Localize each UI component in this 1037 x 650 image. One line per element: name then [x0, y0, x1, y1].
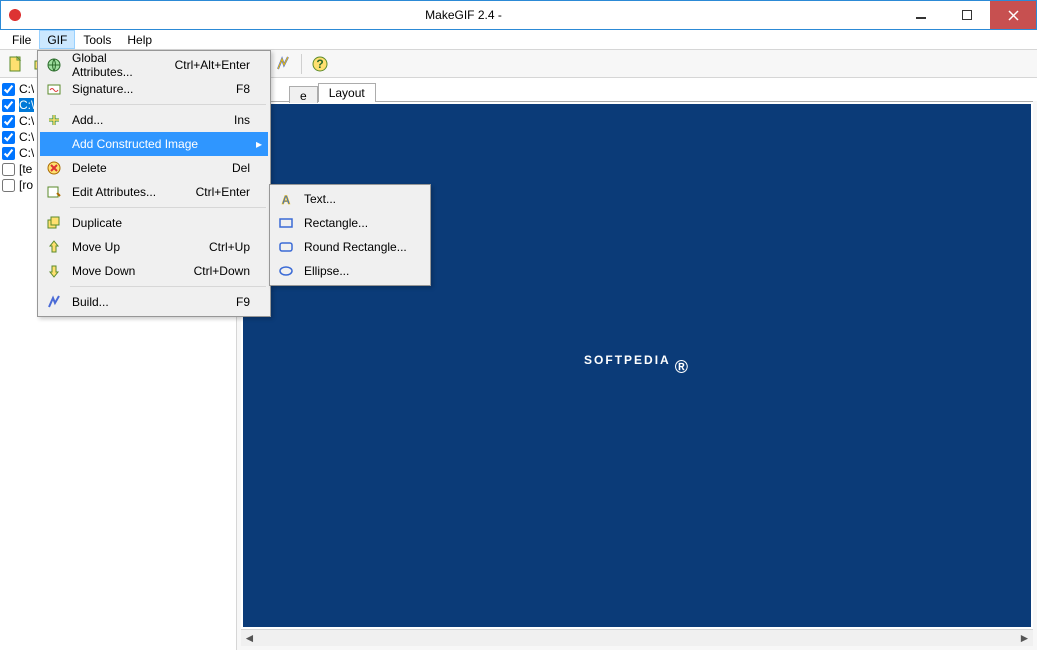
- titlebar: MakeGIF 2.4 -: [0, 0, 1037, 30]
- gif-menu-dropdown: Global Attributes... Ctrl+Alt+Enter Sign…: [37, 50, 271, 317]
- minimize-button[interactable]: [898, 1, 944, 29]
- menu-separator: [70, 286, 266, 287]
- file-checkbox[interactable]: [2, 147, 15, 160]
- menu-add[interactable]: Add... Ins: [40, 108, 268, 132]
- menubar: File GIF Tools Help: [0, 30, 1037, 50]
- move-up-icon: [44, 239, 64, 255]
- menu-separator: [70, 104, 266, 105]
- move-down-icon: [44, 263, 64, 279]
- tab-layout[interactable]: Layout: [318, 83, 376, 102]
- file-checkbox[interactable]: [2, 163, 15, 176]
- file-checkbox[interactable]: [2, 115, 15, 128]
- menu-signature[interactable]: Signature... F8: [40, 77, 268, 101]
- horizontal-scrollbar[interactable]: ◄ ►: [241, 629, 1033, 646]
- file-checkbox[interactable]: [2, 179, 15, 192]
- menu-global-attributes[interactable]: Global Attributes... Ctrl+Alt+Enter: [40, 53, 268, 77]
- menu-edit-attributes[interactable]: Edit Attributes... Ctrl+Enter: [40, 180, 268, 204]
- menu-file[interactable]: File: [4, 30, 39, 49]
- globe-icon: [44, 57, 64, 73]
- tabstrip: e Layout: [237, 79, 1037, 101]
- submenu-rectangle[interactable]: Rectangle...: [272, 211, 428, 235]
- file-checkbox[interactable]: [2, 131, 15, 144]
- toolbar-separator: [301, 54, 302, 74]
- menu-gif[interactable]: GIF: [39, 30, 75, 49]
- submenu-round-rectangle[interactable]: Round Rectangle...: [272, 235, 428, 259]
- close-button[interactable]: [990, 1, 1036, 29]
- add-icon: [44, 112, 64, 128]
- ellipse-icon: [276, 263, 296, 279]
- registered-mark: ®: [675, 357, 690, 378]
- scroll-right-button[interactable]: ►: [1016, 630, 1033, 647]
- duplicate-icon: [44, 215, 64, 231]
- menu-separator: [70, 207, 266, 208]
- help-icon[interactable]: ?: [308, 52, 332, 76]
- submenu-text[interactable]: A Text...: [272, 187, 428, 211]
- delete-x-icon: [44, 160, 64, 176]
- brand-word: SOFTPEDIA: [584, 353, 671, 367]
- text-a-icon: A: [276, 191, 296, 207]
- new-file-icon[interactable]: [4, 52, 28, 76]
- edit-attr-icon: [44, 184, 64, 200]
- window-controls: [898, 1, 1036, 29]
- menu-duplicate[interactable]: Duplicate: [40, 211, 268, 235]
- preview-container: SOFTPEDIA ® ◄ ►: [241, 101, 1033, 646]
- round-rect-icon: [276, 239, 296, 255]
- menu-help[interactable]: Help: [119, 30, 160, 49]
- preview-brand-text: SOFTPEDIA ®: [584, 353, 690, 378]
- preview-canvas[interactable]: SOFTPEDIA ®: [243, 104, 1031, 627]
- app-icon: [7, 7, 23, 23]
- menu-move-down[interactable]: Move Down Ctrl+Down: [40, 259, 268, 283]
- menu-move-up[interactable]: Move Up Ctrl+Up: [40, 235, 268, 259]
- submenu-ellipse[interactable]: Ellipse...: [272, 259, 428, 283]
- menu-delete[interactable]: Delete Del: [40, 156, 268, 180]
- scroll-left-button[interactable]: ◄: [241, 630, 258, 647]
- window-title: MakeGIF 2.4 -: [29, 8, 898, 22]
- file-checkbox[interactable]: [2, 83, 15, 96]
- build-icon[interactable]: [271, 52, 295, 76]
- signature-icon: [44, 81, 64, 97]
- svg-text:?: ?: [316, 57, 323, 71]
- right-panel: e Layout SOFTPEDIA ® ◄ ►: [237, 79, 1037, 650]
- menu-build[interactable]: Build... F9: [40, 290, 268, 314]
- maximize-button[interactable]: [944, 1, 990, 29]
- rectangle-icon: [276, 215, 296, 231]
- tab-hidden[interactable]: e: [289, 86, 318, 103]
- add-constructed-submenu: A Text... Rectangle... Round Rectangle..…: [269, 184, 431, 286]
- svg-text:A: A: [282, 193, 291, 207]
- menu-tools[interactable]: Tools: [75, 30, 119, 49]
- menu-add-constructed-image[interactable]: Add Constructed Image ▸: [40, 132, 268, 156]
- build-icon: [44, 294, 64, 310]
- file-checkbox[interactable]: [2, 99, 15, 112]
- submenu-arrow-icon: ▸: [256, 137, 262, 151]
